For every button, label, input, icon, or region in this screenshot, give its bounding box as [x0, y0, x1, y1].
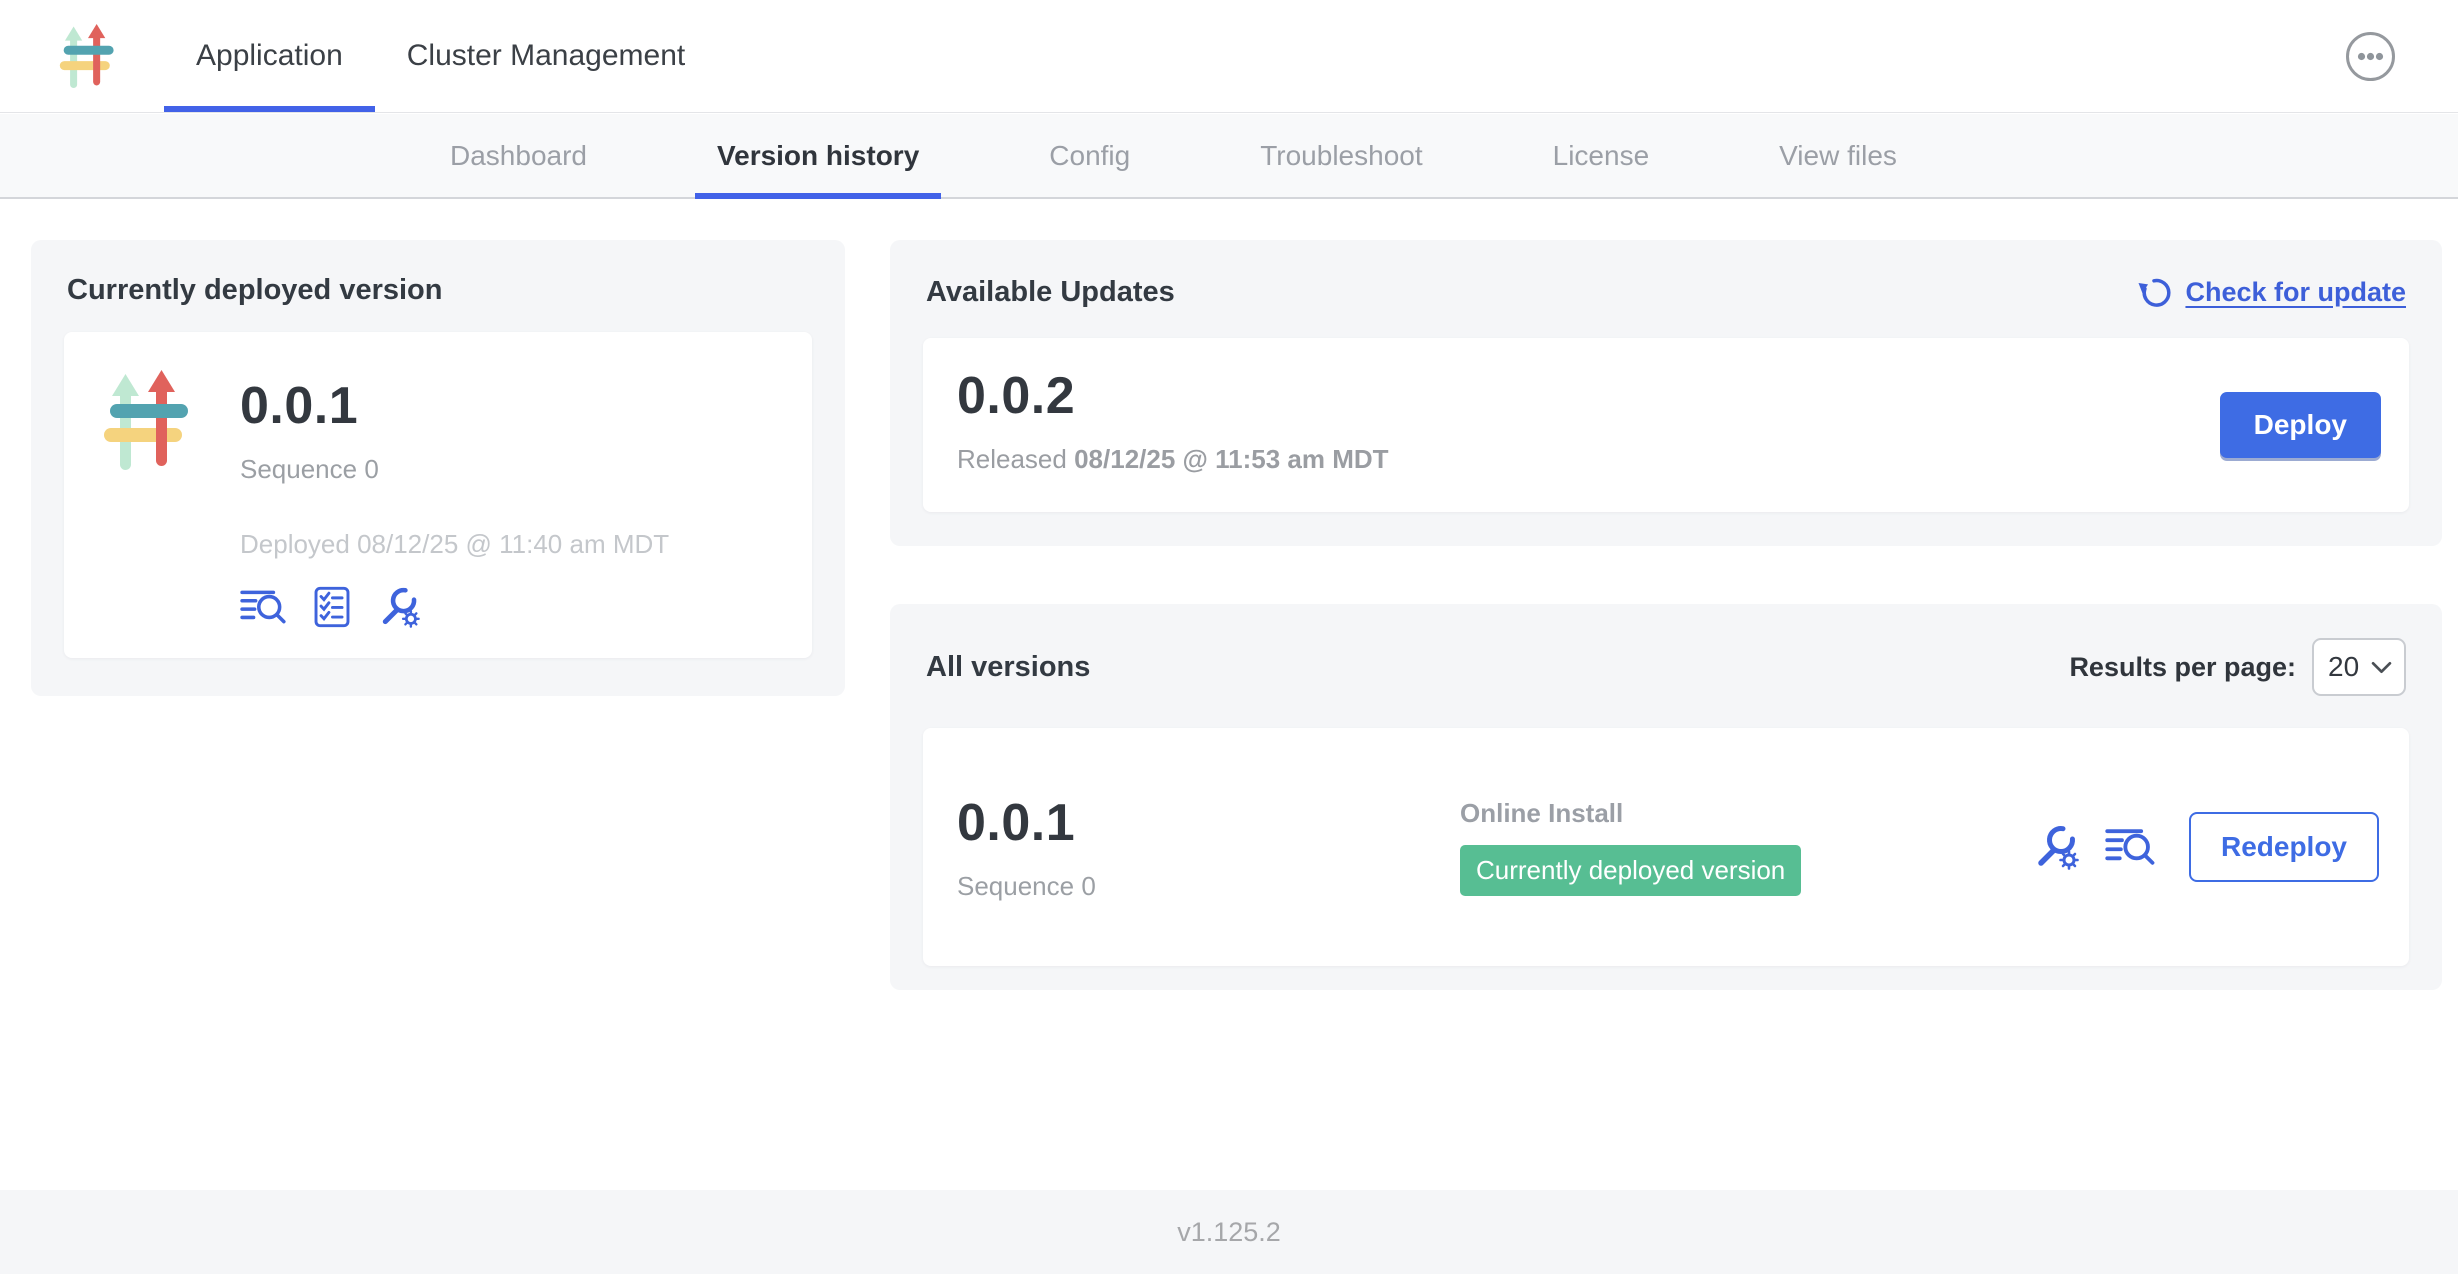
subnav-view-files[interactable]: View files	[1757, 114, 1919, 197]
subnav-config[interactable]: Config	[1027, 114, 1152, 197]
currently-deployed-section: Currently deployed version 0.0.1 Sequenc…	[31, 240, 845, 696]
subnav-version-history-label: Version history	[717, 140, 919, 172]
view-config-icon[interactable]	[2033, 824, 2079, 870]
chevron-down-icon	[2371, 661, 2392, 674]
install-type-label: Online Install	[1460, 798, 1623, 829]
app-logo-icon	[98, 362, 198, 478]
overflow-menu-button[interactable]	[2345, 31, 2396, 82]
tab-application[interactable]: Application	[164, 0, 375, 112]
update-released-timestamp: Released 08/12/25 @ 11:53 am MDT	[957, 444, 2375, 475]
deploy-logs-icon[interactable]	[2105, 824, 2157, 870]
console-version-label: v1.125.2	[1177, 1217, 1281, 1248]
results-per-page-select[interactable]: 20	[2312, 638, 2406, 696]
tab-cluster-management-label: Cluster Management	[407, 39, 685, 73]
check-for-update-link[interactable]: Check for update	[2135, 274, 2406, 311]
tab-application-label: Application	[196, 39, 343, 73]
version-row: 0.0.1 Sequence 0 Online Install Currentl…	[923, 728, 2409, 966]
current-version-number: 0.0.1	[240, 376, 669, 436]
results-per-page-value: 20	[2328, 651, 2359, 683]
subnav-troubleshoot-label: Troubleshoot	[1260, 140, 1422, 172]
current-version-sequence: Sequence 0	[240, 454, 669, 485]
refresh-icon	[2135, 274, 2172, 311]
subnav-dashboard[interactable]: Dashboard	[428, 114, 609, 197]
view-config-icon[interactable]	[376, 586, 422, 628]
subnav-license-label: License	[1553, 140, 1650, 172]
current-version-actions	[240, 586, 669, 628]
available-updates-title: Available Updates	[926, 276, 1175, 309]
available-updates-section: Available Updates Check for update 0.0.2…	[890, 240, 2442, 546]
all-versions-section: All versions Results per page: 20 0.0.1 …	[890, 604, 2442, 990]
available-update-card: 0.0.2 Released 08/12/25 @ 11:53 am MDT D…	[923, 338, 2409, 512]
released-date: 08/12/25 @ 11:53 am MDT	[1074, 444, 1388, 474]
deploy-logs-icon[interactable]	[240, 586, 288, 628]
top-nav-bar: Application Cluster Management	[0, 0, 2458, 113]
subnav-dashboard-label: Dashboard	[450, 140, 587, 172]
subnav-troubleshoot[interactable]: Troubleshoot	[1238, 114, 1444, 197]
released-prefix: Released	[957, 444, 1067, 474]
row-version-number: 0.0.1	[957, 793, 1460, 853]
currently-deployed-title: Currently deployed version	[67, 274, 809, 307]
check-for-update-label: Check for update	[2185, 277, 2406, 308]
deploy-button[interactable]: Deploy	[2220, 392, 2381, 458]
row-version-sequence: Sequence 0	[957, 871, 1460, 902]
subnav-config-label: Config	[1049, 140, 1130, 172]
preflight-checks-icon[interactable]	[312, 586, 352, 628]
ellipsis-icon	[2345, 31, 2396, 82]
currently-deployed-badge: Currently deployed version	[1460, 845, 1801, 896]
header-tabs: Application Cluster Management	[164, 0, 717, 112]
footer-bar: v1.125.2	[0, 1190, 2458, 1274]
tab-cluster-management[interactable]: Cluster Management	[375, 0, 717, 112]
subnav-view-files-label: View files	[1779, 140, 1897, 172]
results-per-page-label: Results per page:	[2069, 652, 2296, 683]
all-versions-title: All versions	[926, 651, 1090, 684]
currently-deployed-card: 0.0.1 Sequence 0 Deployed 08/12/25 @ 11:…	[64, 332, 812, 658]
update-version-number: 0.0.2	[957, 366, 2375, 426]
subnav-version-history[interactable]: Version history	[695, 114, 941, 197]
app-logo-icon[interactable]	[56, 19, 120, 93]
current-version-deployed-timestamp: Deployed 08/12/25 @ 11:40 am MDT	[240, 529, 669, 560]
subnav-license[interactable]: License	[1531, 114, 1672, 197]
app-subnav: Dashboard Version history Config Trouble…	[0, 114, 2458, 199]
redeploy-button[interactable]: Redeploy	[2189, 812, 2379, 882]
